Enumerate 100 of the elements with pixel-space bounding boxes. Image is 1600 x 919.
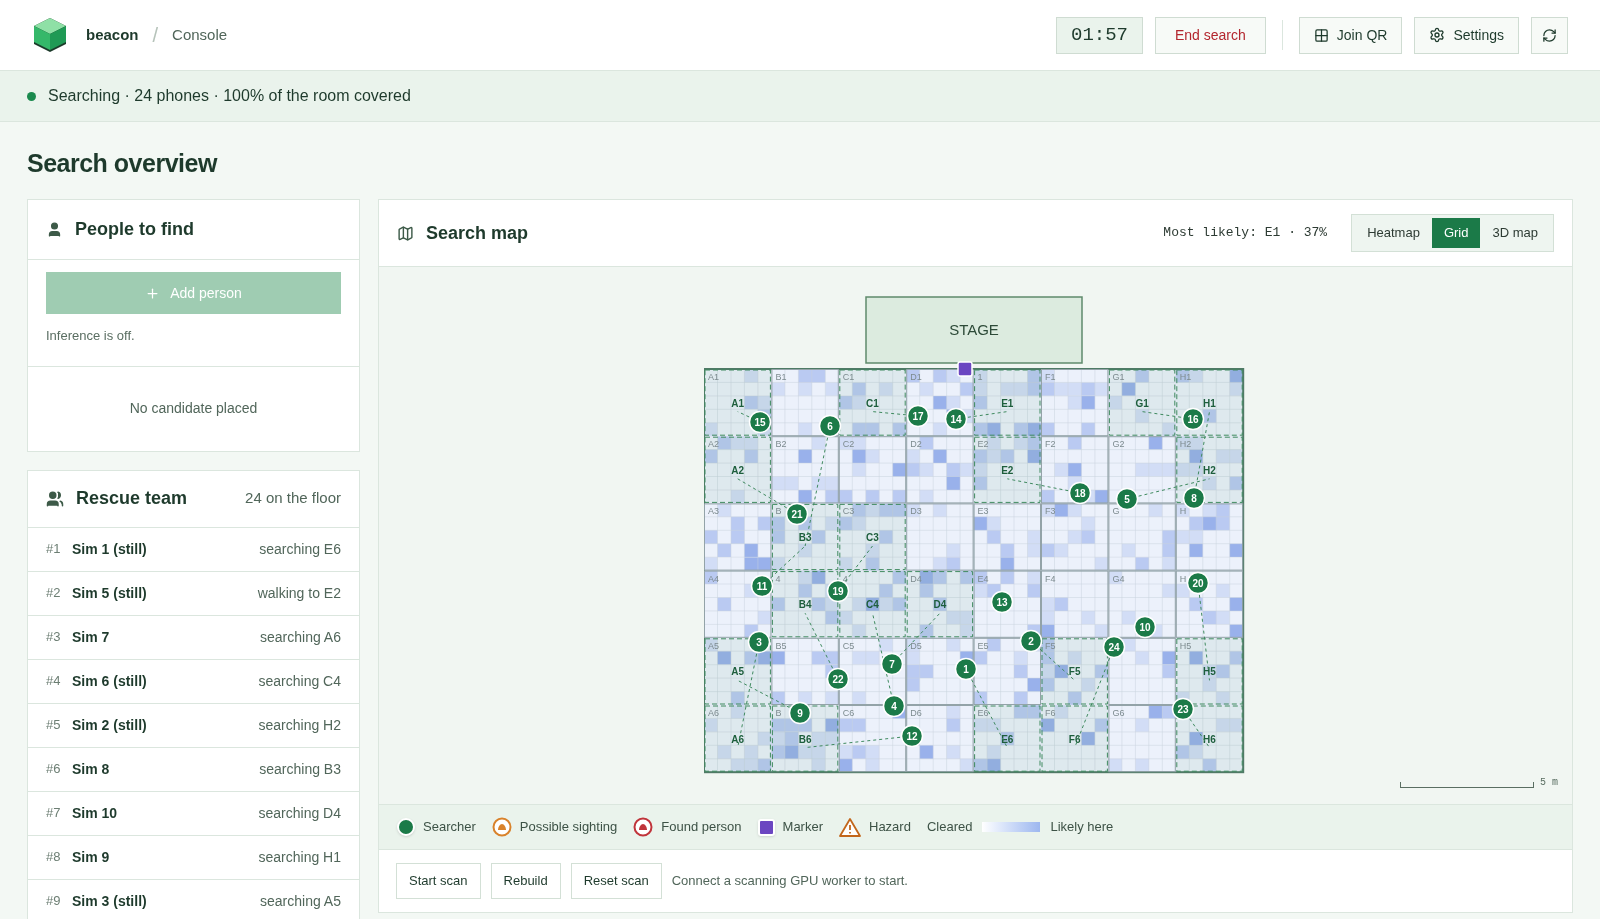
team-member-name: Sim 2 (still) [72,715,147,735]
view-tab[interactable]: Heatmap [1355,218,1432,248]
zone-corner-label: 1 [977,372,983,382]
team-rank: #6 [46,760,62,779]
team-member-name: Sim 6 (still) [72,671,147,691]
zone-corner-label: D2 [909,439,922,450]
searcher-marker[interactable]: 12 [900,724,923,748]
team-row[interactable]: #9 Sim 3 (still) searching A5 [28,879,359,919]
searcher-marker[interactable]: 11 [750,574,773,598]
refresh-button[interactable] [1531,16,1568,54]
searcher-marker[interactable]: 22 [826,667,849,691]
card-title: Search map [426,221,529,245]
view-tab[interactable]: 3D map [1480,218,1550,248]
team-rank: #8 [46,848,62,867]
team-row[interactable]: #6 Sim 8 searching B3 [28,747,359,792]
searcher-marker[interactable]: 7 [880,652,903,676]
team-rank: #2 [46,584,62,603]
scan-action-button[interactable]: Rebuild [490,863,561,899]
end-search-button[interactable]: End search [1155,16,1266,54]
zone-corner-label: G6 [1111,708,1124,718]
legend-label: Marker [782,818,823,837]
team-row[interactable]: #5 Sim 2 (still) searching H2 [28,703,359,748]
zone-corner-label: F2 [1044,439,1055,450]
searcher-marker[interactable]: 3 [747,630,770,654]
searcher-marker[interactable]: 4 [882,694,905,718]
zone-label: D4 [933,599,946,611]
searcher-marker[interactable]: 21 [785,502,808,526]
searcher-marker[interactable]: 14 [944,407,967,431]
searcher-marker[interactable]: 6 [818,414,841,438]
legend-label: Hazard [869,818,911,837]
searcher-marker[interactable]: 5 [1115,487,1138,511]
scan-action-button[interactable]: Start scan [396,863,481,899]
zone-label: E2 [1000,464,1013,476]
searcher-marker[interactable]: 16 [1181,407,1204,431]
legend-label: Possible sighting [519,818,618,837]
zone-corner-label: B2 [774,439,786,450]
team-row[interactable]: #3 Sim 7 searching A6 [28,615,359,660]
marker-pin[interactable] [956,361,973,377]
breadcrumb-separator: / [152,23,159,48]
searcher-marker[interactable]: 13 [990,590,1013,614]
settings-button[interactable]: Settings [1414,16,1519,54]
zone-label: A1 [730,397,744,409]
team-member-name: Sim 1 (still) [72,539,147,559]
zone-corner-label: A5 [707,640,719,651]
searcher-marker[interactable]: 9 [788,701,811,725]
team-count: 24 on the floor [245,488,341,509]
team-rank: #1 [46,540,62,559]
zone-corner-label: B1 [774,372,786,382]
zone-corner-label: C1 [842,372,854,382]
searcher-marker[interactable]: 18 [1068,481,1091,505]
zone-corner-label: F1 [1044,372,1055,382]
team-task: searching A5 [260,891,341,911]
zone-label: G1 [1134,397,1149,409]
zone-corner-label: B [774,506,781,517]
searcher-marker[interactable]: 10 [1133,615,1156,639]
zone-corner-label: F4 [1044,573,1055,584]
searcher-icon [397,818,415,836]
team-rank: #3 [46,628,62,647]
group-icon [46,489,64,508]
zone-corner-label: F5 [1044,640,1055,651]
searcher-marker[interactable]: 2 [1019,629,1042,653]
team-task: searching E6 [259,539,341,559]
zone-label: C4 [865,599,879,611]
searcher-marker[interactable]: 15 [748,410,771,434]
searcher-marker[interactable]: 17 [906,404,929,428]
team-row[interactable]: #7 Sim 10 searching D4 [28,791,359,836]
stage-label: STAGE [948,321,999,338]
team-row[interactable]: #2 Sim 5 (still) walking to E2 [28,571,359,616]
team-member-name: Sim 5 (still) [72,583,147,603]
scan-action-button[interactable]: Reset scan [570,863,662,899]
card-title: Rescue team [76,487,188,510]
most-likely-readout: Most likely: E1 · 37% [1163,224,1328,243]
searcher-marker[interactable]: 23 [1171,697,1194,721]
card-title: People to find [75,218,194,241]
zone-label: E6 [1000,733,1013,745]
team-row[interactable]: #4 Sim 6 (still) searching C4 [28,659,359,704]
join-qr-button[interactable]: Join QR [1298,16,1403,54]
zone-corner-label: A6 [707,708,719,718]
zone-label: B4 [798,599,811,611]
team-row[interactable]: #1 Sim 1 (still) searching E6 [28,527,359,572]
legend-label: Found person [661,818,742,837]
searcher-marker[interactable]: 8 [1182,486,1205,510]
team-rank: #7 [46,804,62,823]
searcher-marker[interactable]: 20 [1186,571,1209,595]
view-tab[interactable]: Grid [1431,218,1481,248]
zone-label: F5 [1068,666,1081,678]
zone-corner-label: G2 [1111,439,1124,450]
searcher-marker[interactable]: 1 [954,657,977,681]
zone-corner-label: D6 [909,708,922,718]
zone-label: C3 [865,532,879,543]
team-member-name: Sim 8 [72,759,110,779]
searcher-marker[interactable]: 24 [1102,635,1125,659]
zone-corner-label: B5 [774,640,786,651]
zone-label: B3 [798,532,811,543]
page-title: Search overview [27,148,219,179]
team-task: searching A6 [260,627,341,647]
brand-name: beacon [86,24,139,45]
zone-label: A2 [730,464,744,476]
zone-corner-label: H1 [1179,372,1191,382]
team-row[interactable]: #8 Sim 9 searching H1 [28,835,359,880]
